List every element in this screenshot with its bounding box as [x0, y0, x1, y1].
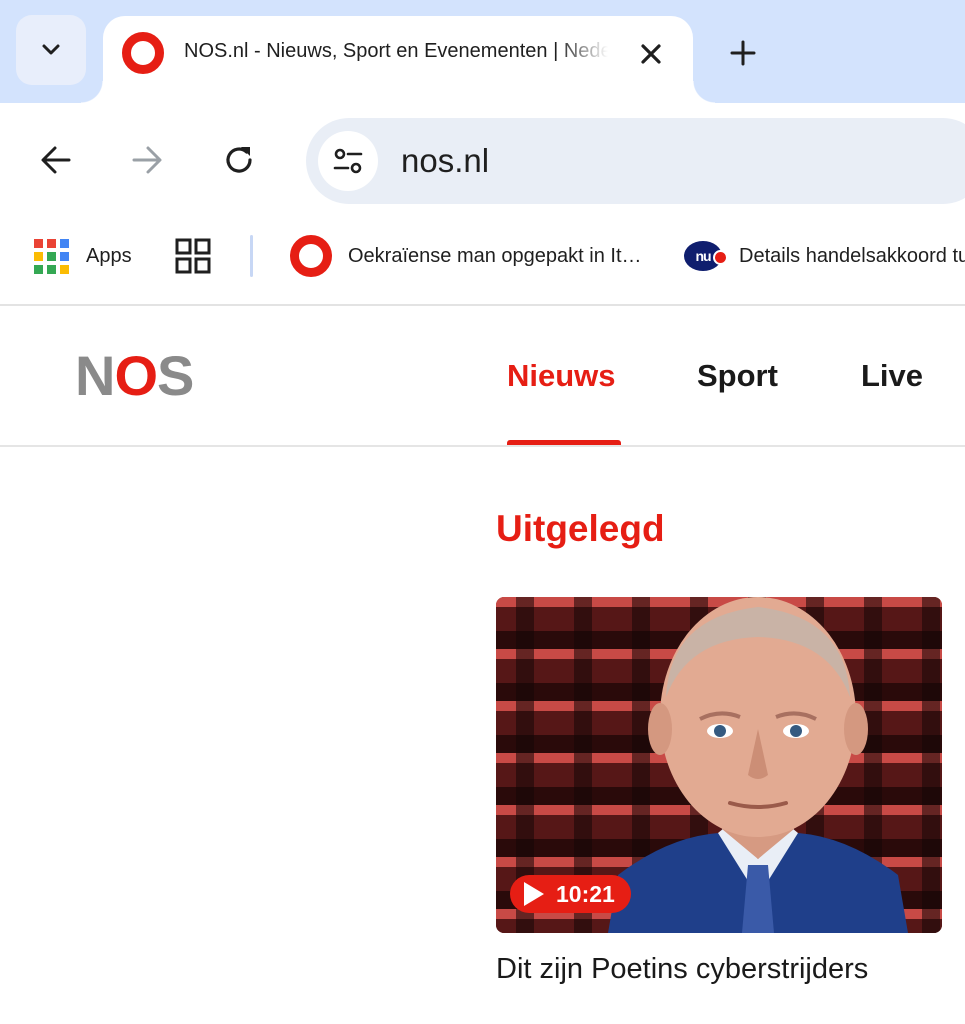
arrow-right-icon — [132, 146, 162, 174]
plus-icon — [730, 40, 756, 66]
bookmark-separator — [250, 235, 253, 277]
url-text[interactable]: nos.nl — [401, 142, 489, 180]
arrow-left-icon — [41, 146, 71, 174]
tab-search-button[interactable] — [16, 15, 86, 85]
card-title[interactable]: Dit zijn Poetins cyberstrijders — [496, 953, 942, 986]
tab-title: NOS.nl - Nieuws, Sport en Evenementen | … — [184, 40, 608, 62]
close-tab-button[interactable] — [633, 36, 669, 72]
logo-letter: N — [75, 344, 115, 407]
nav-nieuws[interactable]: Nieuws — [507, 358, 616, 394]
new-tab-button[interactable] — [722, 32, 764, 74]
reload-icon — [226, 147, 252, 173]
tune-icon — [333, 148, 363, 174]
tab-strip: NOS.nl - Nieuws, Sport en Evenementen | … — [0, 0, 965, 103]
portrait-image — [608, 597, 908, 933]
tab-groups-button[interactable] — [175, 235, 211, 277]
logo-letter: S — [157, 344, 194, 407]
nos-logo[interactable]: NOS — [75, 348, 194, 404]
bookmark-label: Apps — [86, 244, 132, 267]
nos-favicon-icon — [122, 32, 164, 74]
bookmark-label: Details handelsakkoord tu — [739, 244, 965, 267]
apps-grid-icon — [34, 238, 69, 274]
close-icon — [641, 44, 661, 64]
back-button[interactable] — [36, 140, 76, 180]
video-thumbnail[interactable]: 10:21 — [496, 597, 942, 933]
bookmark-nos-article[interactable]: Oekraïense man opgepakt in It… — [290, 235, 642, 277]
play-icon — [524, 882, 544, 906]
site-header: NOS Nieuws Sport Live — [0, 306, 965, 447]
bookmarks-bar: Apps Oekraïense man opgepakt in It… nu D… — [0, 213, 965, 306]
bookmark-nu-article[interactable]: nu Details handelsakkoord tu — [684, 235, 965, 277]
duration-label: 10:21 — [556, 880, 615, 907]
tab-groups-icon — [175, 238, 211, 274]
reload-button[interactable] — [219, 140, 259, 180]
video-duration-badge: 10:21 — [510, 875, 631, 913]
nav-live[interactable]: Live — [861, 358, 923, 394]
browser-toolbar: nos.nl — [0, 103, 965, 213]
video-card[interactable]: 10:21 Dit zijn Poetins cyberstrijders — [496, 597, 942, 986]
bookmark-label: Oekraïense man opgepakt in It… — [348, 244, 642, 267]
section-title[interactable]: Uitgelegd — [496, 508, 665, 550]
nos-ring-icon — [290, 235, 332, 277]
site-info-button[interactable] — [318, 131, 378, 191]
logo-letter-accent: O — [114, 344, 158, 407]
chevron-down-icon — [42, 44, 60, 55]
active-tab[interactable]: NOS.nl - Nieuws, Sport en Evenementen | … — [81, 16, 715, 103]
bookmark-apps[interactable]: Apps — [34, 235, 132, 277]
nu-nl-icon: nu — [684, 241, 728, 271]
forward-button[interactable] — [127, 140, 167, 180]
nav-sport[interactable]: Sport — [697, 358, 778, 394]
active-nav-indicator — [507, 440, 621, 445]
address-bar[interactable]: nos.nl — [306, 118, 965, 204]
